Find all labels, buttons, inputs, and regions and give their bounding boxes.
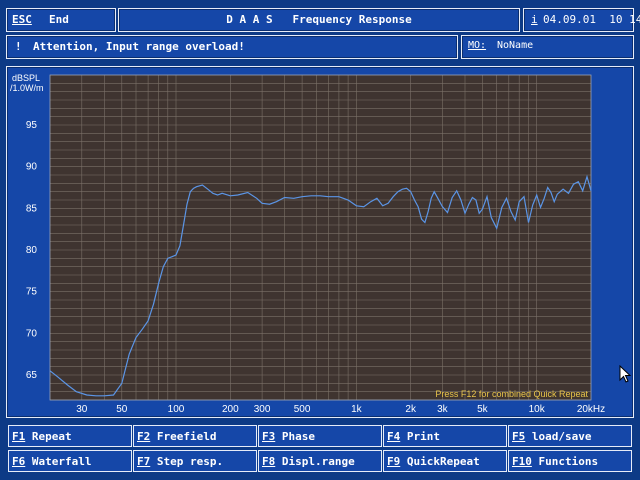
x-tick-label: 20kHz <box>577 404 605 415</box>
end-label: End <box>49 13 69 26</box>
y-tick-label: 70 <box>26 328 38 339</box>
fkey-action-label: Repeat <box>25 430 72 443</box>
fkey-key-label: F3 <box>262 430 276 443</box>
status-message-bar: ! Attention, Input range overload! <box>6 35 458 59</box>
fkey-key-label: F5 <box>512 430 526 443</box>
window-title-bar: D A A S Frequency Response <box>118 8 520 32</box>
fkey-f8-button[interactable]: F8 Displ.range <box>258 450 382 472</box>
y-tick-label: 75 <box>26 287 38 298</box>
fkey-key-label: F4 <box>387 430 401 443</box>
x-tick-label: 200 <box>222 404 239 415</box>
fkey-action-label: Freefield <box>150 430 217 443</box>
fkey-action-label: Functions <box>531 455 599 468</box>
fkey-key-label: F10 <box>512 455 532 468</box>
status-message: Attention, Input range overload! <box>33 40 245 53</box>
fkey-f10-button[interactable]: F10 Functions <box>508 450 632 472</box>
mo-label: MO: <box>468 40 487 51</box>
fkey-f4-button[interactable]: F4 Print <box>383 425 507 447</box>
y-tick-label: 80 <box>26 245 38 256</box>
x-tick-label: 30 <box>76 404 88 415</box>
x-tick-label: 1k <box>351 404 363 415</box>
fkey-f5-button[interactable]: F5 load/save <box>508 425 632 447</box>
y-tick-label: 85 <box>26 203 38 214</box>
x-tick-label: 50 <box>116 404 128 415</box>
fkey-key-label: F1 <box>12 430 26 443</box>
x-tick-label: 10k <box>529 404 546 415</box>
y-axis-label-ref: /1.0W/m <box>10 83 44 93</box>
x-tick-label: 5k <box>477 404 489 415</box>
fkey-key-label: F6 <box>12 455 26 468</box>
x-tick-label: 300 <box>254 404 271 415</box>
fkey-key-label: F8 <box>262 455 276 468</box>
exclamation-icon: ! <box>15 40 22 53</box>
fkey-f7-button[interactable]: F7 Step resp. <box>133 450 257 472</box>
esc-key-label: ESC <box>12 13 32 26</box>
y-tick-label: 90 <box>26 162 38 173</box>
x-tick-label: 500 <box>294 404 311 415</box>
fkey-action-label: QuickRepeat <box>400 455 480 468</box>
mouse-pointer-icon <box>619 365 632 383</box>
x-tick-label: 3k <box>437 404 449 415</box>
x-tick-label: 2k <box>405 404 417 415</box>
fkey-f9-button[interactable]: F9 QuickRepeat <box>383 450 507 472</box>
fkey-action-label: Displ.range <box>275 455 355 468</box>
y-axis-label-unit: dBSPL <box>12 73 40 83</box>
y-axis-ticks: 65 70 75 80 85 90 95 <box>26 120 38 381</box>
quick-repeat-hint: Press F12 for combined Quick Repeat <box>435 389 588 399</box>
mo-field[interactable]: MO: NoName <box>461 35 634 59</box>
window-title: D A A S Frequency Response <box>226 13 412 26</box>
fkey-f3-button[interactable]: F3 Phase <box>258 425 382 447</box>
fkey-f2-button[interactable]: F2 Freefield <box>133 425 257 447</box>
end-button[interactable]: ESC End <box>6 8 116 32</box>
datetime-text: 04.09.01 10 14 <box>543 13 640 26</box>
y-tick-label: 95 <box>26 120 38 131</box>
plot-area <box>50 75 591 400</box>
fkey-action-label: Phase <box>275 430 315 443</box>
fkey-action-label: Print <box>400 430 440 443</box>
fkey-key-label: F2 <box>137 430 151 443</box>
x-tick-label: 100 <box>168 404 185 415</box>
fkey-f6-button[interactable]: F6 Waterfall <box>8 450 132 472</box>
fkey-action-label: Waterfall <box>25 455 92 468</box>
x-axis-ticks: 30 50 100 200 300 500 1k 2k 3k 5k 10k 20kHz <box>76 404 605 415</box>
fkey-key-label: F7 <box>137 455 151 468</box>
fkey-action-label: Step resp. <box>150 455 224 468</box>
fkey-key-label: F9 <box>387 455 401 468</box>
fkey-action-label: load/save <box>525 430 592 443</box>
fkey-f1-button[interactable]: F1 Repeat <box>8 425 132 447</box>
frequency-response-panel: dBSPL /1.0W/m 65 70 75 80 85 90 95 30 50 100 200 3… <box>6 66 634 418</box>
info-icon: i <box>531 13 538 26</box>
y-tick-label: 65 <box>26 370 38 381</box>
mo-value: NoName <box>497 40 534 51</box>
frequency-response-chart: dBSPL /1.0W/m 65707580859095 30 50 100 200 3… <box>10 73 605 415</box>
date-box: i 04.09.01 10 14 <box>523 8 640 32</box>
